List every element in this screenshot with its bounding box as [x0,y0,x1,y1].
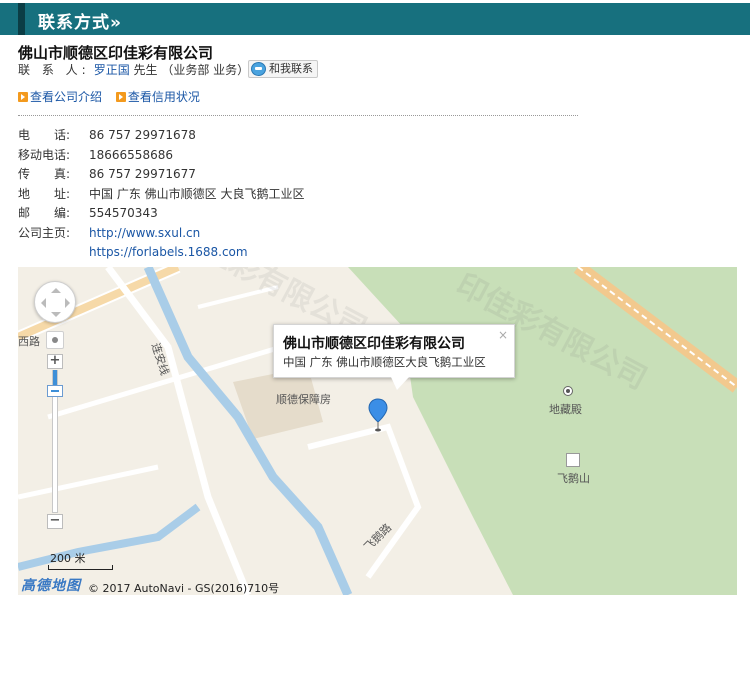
temple-label: 地藏殿 [549,403,582,416]
arrow-right-icon [18,92,28,102]
info-key: 邮 编: [18,206,71,220]
info-value: 18666558686 [89,147,173,162]
view-credit-status-link[interactable]: 查看信用状况 [115,88,200,105]
info-window-address: 中国 广东 佛山市顺德区大良飞鹅工业区 [283,355,486,369]
info-value: 86 757 29971678 [89,128,196,142]
building-label: 顺德保障房 [276,393,331,406]
mountain-label: 飞鹅山 [557,472,590,485]
info-key: 地 址: [18,186,71,201]
header-accent [18,3,25,35]
info-row-address: 地 址: 中国 广东 佛山市顺德区 大良飞鹅工业区 [18,185,304,205]
arrow-right-icon [115,92,126,102]
locate-button[interactable] [46,331,64,349]
zoom-in-button[interactable]: + [47,354,63,369]
road-label: 西路 [18,335,40,348]
scale-bar [48,565,113,570]
contact-person-link[interactable]: 罗正国 [94,63,130,77]
section-title: 联系方式» [38,13,122,33]
info-row-fax: 传 真: 86 757 29971677 [18,165,304,185]
company-name: 佛山市顺德区印佳彩有限公司 [18,44,214,62]
shop-link[interactable]: https://forlabels.1688.com [89,245,248,259]
pan-right-icon[interactable] [65,298,70,308]
amap-logo[interactable]: 高德地图 [21,575,81,595]
close-icon[interactable]: × [498,328,508,342]
map-pan-control[interactable] [34,281,76,323]
info-row-homepage: 公司主页: http://www.sxul.cn [18,224,304,244]
info-key: 移动电话: [18,147,71,162]
map-info-window: 佛山市顺德区印佳彩有限公司 中国 广东 佛山市顺德区大良飞鹅工业区 × [273,324,515,390]
info-value: 中国 广东 佛山市顺德区 大良飞鹅工业区 [89,186,305,201]
info-value: 86 757 29971677 [89,167,196,181]
pan-down-icon[interactable] [51,312,61,317]
temple-poi-icon[interactable] [563,386,573,396]
view-company-intro-label: 查看公司介绍 [30,90,103,104]
company-links: 查看公司介绍 查看信用状况 [18,88,210,105]
view-company-intro-link[interactable]: 查看公司介绍 [18,88,102,105]
location-pin-icon[interactable] [368,398,388,432]
info-key: 电 话: [18,128,71,142]
contact-me-label: 和我联系 [269,62,313,75]
section-header: 联系方式» [0,3,750,35]
contact-info-table: 电 话: 86 757 29971678 移动电话: 18666558686 传 真… [18,126,304,263]
map-view[interactable]: 印佳彩有限公司 印佳彩有限公司 西路 连安线 顺德保障房 飞鹅路 地藏殿 飞鹅山… [18,267,737,595]
homepage-link[interactable]: http://www.sxul.cn [89,226,200,240]
info-row-mobile: 移动电话: 18666558686 [18,146,304,166]
pan-up-icon[interactable] [51,288,61,293]
chat-icon [251,62,266,76]
contact-label: 联 系 人: [18,63,90,77]
info-row-homepage-alt: https://forlabels.1688.com [18,243,304,263]
zoom-out-button[interactable]: − [47,514,63,529]
zoom-slider-handle[interactable] [47,385,63,397]
map-copyright: © 2017 AutoNavi - GS(2016)710号 [88,582,280,595]
info-key: 传 真: [18,167,71,181]
mountain-poi-icon[interactable] [566,453,580,467]
pan-left-icon[interactable] [41,298,46,308]
view-credit-status-label: 查看信用状况 [127,90,200,104]
info-window-title: 佛山市顺德区印佳彩有限公司 [283,336,465,352]
contact-me-button[interactable]: 和我联系 [248,60,318,78]
contact-title: 先生 （业务部 业务） [133,63,250,77]
divider [18,115,578,116]
contact-person-line: 联 系 人: 罗正国 先生 （业务部 业务） [18,62,249,78]
info-row-phone: 电 话: 86 757 29971678 [18,126,304,146]
info-key: 公司主页: [18,225,71,240]
scale-label: 200 米 [50,552,86,565]
info-row-postcode: 邮 编: 554570343 [18,204,304,224]
info-value: 554570343 [89,206,158,220]
